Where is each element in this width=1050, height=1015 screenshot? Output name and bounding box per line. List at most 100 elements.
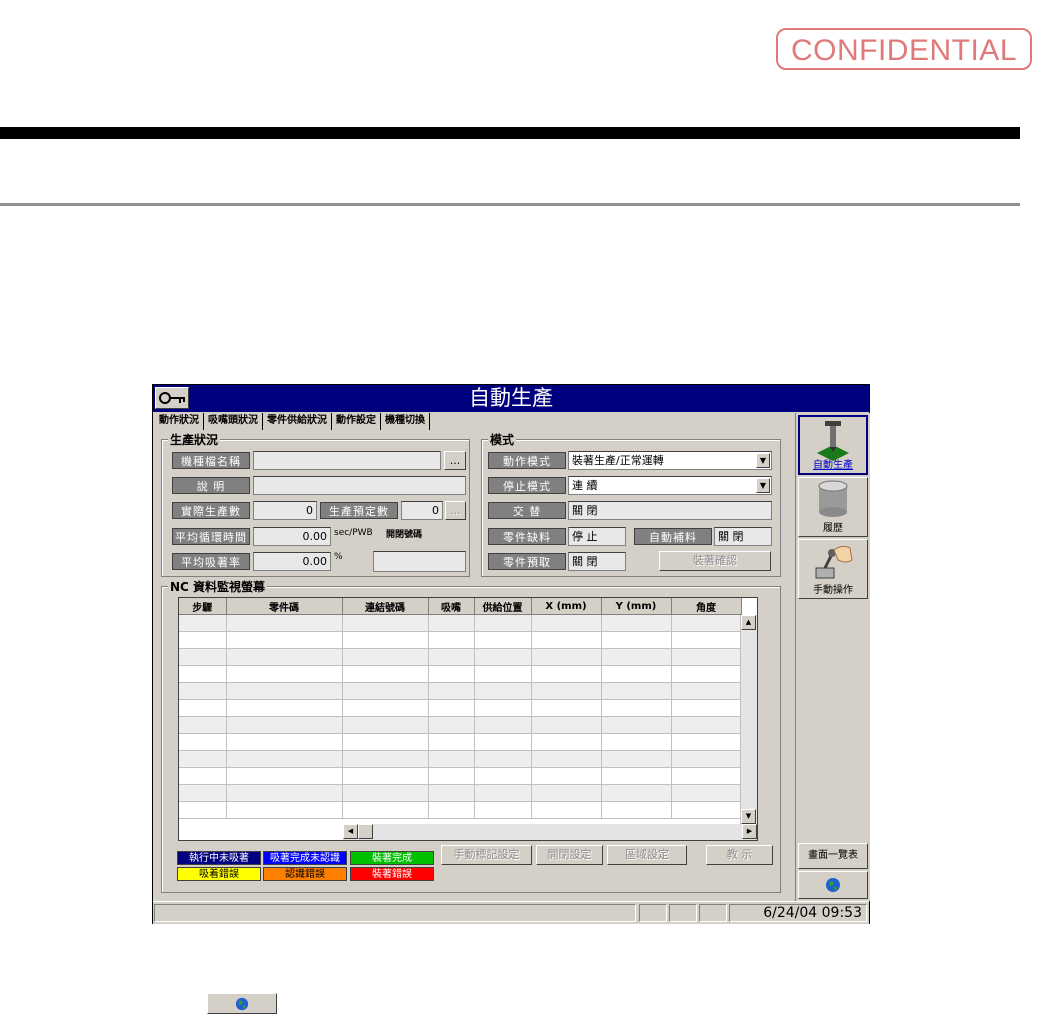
table-cell — [601, 665, 672, 683]
confidential-stamp: CONFIDENTIAL — [776, 28, 1032, 70]
table-row[interactable] — [179, 665, 742, 683]
table-cell — [342, 614, 429, 632]
region-set-button[interactable]: 區域設定 — [607, 845, 687, 865]
manual-operation-label: 手動操作 — [813, 585, 853, 596]
table-cell — [474, 631, 532, 649]
model-name-label: 機種檔名稱 — [172, 452, 250, 469]
table-cell — [601, 699, 672, 717]
description-field[interactable] — [253, 476, 466, 495]
tab-operation-settings[interactable]: 動作設定 — [332, 413, 381, 430]
table-cell — [342, 682, 429, 700]
status-datetime: 6/24/04 09:53 — [729, 904, 867, 922]
panel-set-button[interactable]: 開閉設定 — [536, 845, 603, 865]
chevron-down-icon[interactable]: ▼ — [756, 478, 770, 493]
table-cell — [342, 733, 429, 751]
table-cell — [531, 784, 602, 802]
tab-operation-status[interactable]: 動作狀況 — [155, 413, 204, 430]
table-cell — [342, 750, 429, 768]
auto-feed-label: 自動補料 — [634, 528, 712, 545]
production-status-legend: 生產狀況 — [168, 431, 221, 448]
scroll-thumb[interactable] — [358, 824, 373, 839]
mode-legend: 模式 — [488, 431, 517, 448]
table-cell — [531, 716, 602, 734]
column-header[interactable]: 步驟 — [179, 598, 227, 615]
actual-count-field: 0 — [253, 501, 317, 520]
tab-feeder-status[interactable]: 零件供給狀況 — [263, 413, 332, 430]
stop-mode-label: 停止模式 — [488, 477, 566, 494]
table-cell — [474, 801, 532, 819]
placement-confirm-button[interactable]: 裝著確認 — [659, 551, 771, 571]
planned-count-field[interactable]: 0 — [401, 501, 443, 520]
scroll-left-icon[interactable]: ◀ — [343, 824, 358, 839]
column-header[interactable]: 連結號碼 — [342, 598, 429, 615]
globe-button[interactable] — [798, 871, 868, 899]
nc-data-grid[interactable]: 步驟 零件碼 連結號碼 吸嘴 供給位置 X (mm) Y (mm) 角度 ▲ ▼… — [178, 597, 758, 841]
scroll-up-icon[interactable]: ▲ — [741, 615, 756, 630]
table-cell — [226, 699, 343, 717]
table-cell — [226, 614, 343, 632]
chevron-down-icon[interactable]: ▼ — [756, 453, 770, 468]
table-row[interactable] — [179, 784, 742, 802]
table-row[interactable] — [179, 716, 742, 734]
table-cell — [179, 767, 227, 785]
table-cell — [601, 716, 672, 734]
manual-operation-button[interactable]: 手動操作 — [798, 539, 868, 599]
table-cell — [671, 750, 742, 768]
table-cell — [428, 699, 475, 717]
table-cell — [474, 767, 532, 785]
table-cell — [474, 716, 532, 734]
column-header[interactable]: 零件碼 — [226, 598, 343, 615]
database-icon — [818, 480, 848, 517]
manual-mark-button[interactable]: 手動標記設定 — [441, 845, 532, 865]
table-cell — [531, 801, 602, 819]
column-header[interactable]: 供給位置 — [474, 598, 532, 615]
table-cell — [179, 682, 227, 700]
table-row[interactable] — [179, 733, 742, 751]
table-row[interactable] — [179, 699, 742, 717]
globe-button-inline[interactable] — [207, 993, 277, 1014]
table-row[interactable] — [179, 648, 742, 666]
table-cell — [601, 614, 672, 632]
description-label: 說 明 — [172, 477, 250, 494]
planned-count-button[interactable]: ... — [445, 501, 466, 520]
scroll-down-icon[interactable]: ▼ — [741, 809, 756, 824]
shortage-label: 零件缺料 — [488, 528, 566, 545]
horizontal-scrollbar[interactable]: ◀ ▶ — [343, 824, 757, 840]
tab-nozzle-status[interactable]: 吸嘴頭狀況 — [204, 413, 263, 430]
table-row[interactable] — [179, 750, 742, 768]
legend-placement-error: 裝著錯誤 — [350, 867, 434, 881]
column-header[interactable]: 角度 — [671, 598, 742, 615]
table-cell — [428, 767, 475, 785]
table-cell — [428, 665, 475, 683]
model-name-field[interactable] — [253, 451, 441, 470]
avg-pick-rate-label: 平均吸著率 — [172, 553, 250, 570]
table-cell — [342, 648, 429, 666]
column-header[interactable]: 吸嘴 — [428, 598, 475, 615]
planned-count-label: 生產預定數 — [320, 502, 398, 519]
header-rule-thin — [0, 203, 1020, 206]
screen-list-button[interactable]: 畫面一覽表 — [798, 843, 868, 869]
auto-production-button[interactable]: 自動生產 — [798, 415, 868, 475]
stop-mode-select[interactable]: 連 續 ▼ — [568, 476, 772, 495]
table-row[interactable] — [179, 682, 742, 700]
table-cell — [531, 631, 602, 649]
action-mode-select[interactable]: 裝著生產/正常運轉 ▼ — [568, 451, 772, 470]
table-row[interactable] — [179, 767, 742, 785]
alternate-field: 關 閉 — [568, 501, 772, 520]
scroll-right-icon[interactable]: ▶ — [742, 824, 757, 839]
table-cell — [601, 733, 672, 751]
column-header[interactable]: Y (mm) — [601, 598, 672, 615]
history-button[interactable]: 履歷 — [798, 477, 868, 537]
table-cell — [179, 784, 227, 802]
vertical-scrollbar[interactable]: ▲ ▼ — [740, 615, 757, 824]
table-cell — [428, 614, 475, 632]
table-row[interactable] — [179, 614, 742, 632]
model-browse-button[interactable]: ... — [444, 451, 466, 470]
tab-model-switch[interactable]: 機種切換 — [381, 413, 430, 430]
table-cell — [474, 784, 532, 802]
table-row[interactable] — [179, 631, 742, 649]
teach-button[interactable]: 教 示 — [706, 845, 773, 865]
column-header[interactable]: X (mm) — [531, 598, 602, 615]
table-row[interactable] — [179, 801, 742, 819]
globe-icon — [235, 997, 249, 1010]
